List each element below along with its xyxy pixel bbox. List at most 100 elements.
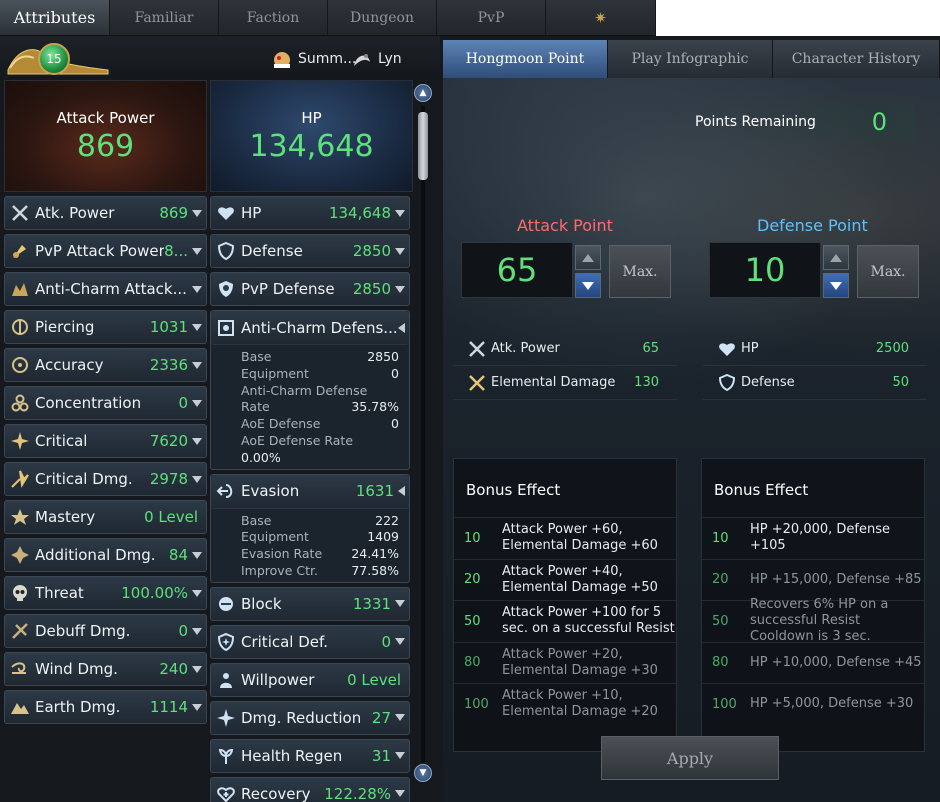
bonus-row: 80 Attack Power +20, Elemental Damage +30 xyxy=(454,641,676,684)
stat-value: 84 xyxy=(168,546,188,564)
stat-dmg-reduction[interactable]: Dmg. Reduction 27 xyxy=(210,700,410,735)
stat-mastery[interactable]: Mastery 0 Level xyxy=(4,500,207,534)
chevron-down-icon[interactable] xyxy=(192,627,202,635)
scroll-down-button[interactable]: ▼ xyxy=(414,764,432,782)
bonus-level: 100 xyxy=(464,696,489,712)
scroll-track[interactable] xyxy=(421,106,425,762)
arrow-up-icon xyxy=(830,253,842,262)
chevron-down-icon[interactable] xyxy=(192,209,202,217)
chevron-down-icon[interactable] xyxy=(395,638,405,646)
attack-point-max-button[interactable]: Max. xyxy=(609,245,671,298)
tab-familiar[interactable]: Familiar xyxy=(110,0,219,35)
stat-accuracy[interactable]: Accuracy 2336 xyxy=(4,348,207,382)
stat-label: Willpower xyxy=(241,670,315,689)
tab-dungeon[interactable]: Dungeon xyxy=(328,0,437,35)
chevron-down-icon[interactable] xyxy=(192,247,202,255)
chevron-down-icon[interactable] xyxy=(192,665,202,673)
points-remaining-label: Points Remaining xyxy=(695,114,816,130)
chevron-down-icon[interactable] xyxy=(192,551,202,559)
stat-label: Critical Def. xyxy=(241,632,328,651)
attack-point-increment-button[interactable] xyxy=(575,245,601,270)
chevron-down-icon[interactable] xyxy=(192,361,202,369)
stat-label: Anti-Charm Attack... xyxy=(35,280,187,298)
shield-icon xyxy=(718,373,736,391)
tab-faction[interactable]: Faction xyxy=(219,0,328,35)
bonus-title: Bonus Effect xyxy=(466,481,561,499)
summon-info[interactable]: Summ... xyxy=(270,48,356,70)
pvp-attack-icon xyxy=(9,240,31,262)
stat-atk-power[interactable]: Atk. Power 869 xyxy=(4,196,207,230)
stats-scrollbar[interactable]: ▲ ▼ xyxy=(414,84,432,784)
stat-anti-charm-attack[interactable]: Anti-Charm Attack... xyxy=(4,272,207,306)
chevron-down-icon[interactable] xyxy=(192,323,202,331)
chevron-left-icon[interactable] xyxy=(398,486,405,497)
chevron-down-icon[interactable] xyxy=(192,589,202,597)
stat-additional-dmg[interactable]: Additional Dmg. 84 xyxy=(4,538,207,572)
defense-point-max-button[interactable]: Max. xyxy=(857,245,919,298)
additional-dmg-icon xyxy=(9,544,31,566)
stat-wind-dmg[interactable]: Wind Dmg. 240 xyxy=(4,652,207,686)
chevron-down-icon[interactable] xyxy=(395,285,405,293)
stat-critical[interactable]: Critical 7620 xyxy=(4,424,207,458)
character-header: 15 Summ... Lyn xyxy=(0,36,440,80)
stat-willpower[interactable]: Willpower 0 Level xyxy=(210,662,410,697)
detail-value: 24.41% xyxy=(351,546,399,562)
defense-point-decrement-button[interactable] xyxy=(823,273,849,298)
defense-column: HP 134,648 HP 134,648 Defense 2850 PvP D… xyxy=(210,80,413,802)
stat-block[interactable]: Block 1331 xyxy=(210,586,410,621)
chevron-down-icon[interactable] xyxy=(192,475,202,483)
attack-point-value[interactable]: 65 xyxy=(461,242,573,298)
stat-defense[interactable]: Defense 2850 xyxy=(210,234,410,268)
bonus-row: 100 Attack Power +10, Elemental Damage +2… xyxy=(454,683,676,725)
stat-hp[interactable]: HP 134,648 xyxy=(210,196,410,230)
stat-health-regen[interactable]: Health Regen 31 xyxy=(210,738,410,773)
stat-critical-def[interactable]: Critical Def. 0 xyxy=(210,624,410,659)
bonus-desc: Attack Power +10, Elemental Damage +20 xyxy=(502,688,658,720)
chevron-left-icon[interactable] xyxy=(398,322,405,333)
tab-attributes[interactable]: Attributes xyxy=(0,0,110,35)
evasion-panel: Evasion 1631 Base 222 Equipment 1409 Evasi… xyxy=(210,473,410,583)
tab-compass[interactable]: ✷ xyxy=(546,0,656,35)
chevron-down-icon[interactable] xyxy=(395,600,405,608)
stat-anti-charm-defense[interactable]: Anti-Charm Defens... xyxy=(211,311,409,345)
concentration-icon xyxy=(9,392,31,414)
stat-evasion[interactable]: Evasion 1631 xyxy=(211,474,409,509)
gain-label: HP xyxy=(741,341,759,356)
tab-hongmoon-point[interactable]: Hongmoon Point xyxy=(443,40,608,78)
scroll-up-button[interactable]: ▲ xyxy=(414,84,432,102)
stat-earth-dmg[interactable]: Earth Dmg. 1114 xyxy=(4,690,207,724)
chevron-down-icon[interactable] xyxy=(192,285,202,293)
defense-gain-hp: HP 2500 xyxy=(703,332,927,366)
chevron-down-icon[interactable] xyxy=(395,714,405,722)
stat-piercing[interactable]: Piercing 1031 xyxy=(4,310,207,344)
defense-point-increment-button[interactable] xyxy=(823,245,849,270)
scroll-thumb[interactable] xyxy=(418,112,428,180)
arrow-down-icon xyxy=(582,281,594,290)
defense-point-value[interactable]: 10 xyxy=(709,242,821,298)
class-info[interactable]: Lyn xyxy=(350,48,402,70)
attack-point-decrement-button[interactable] xyxy=(575,273,601,298)
evasion-details: Base 222 Equipment 1409 Evasion Rate 24.41%… xyxy=(211,509,409,582)
tab-character-history[interactable]: Character History xyxy=(773,40,940,78)
chevron-down-icon[interactable] xyxy=(395,209,405,217)
stat-value: 1114 xyxy=(149,698,188,716)
apply-button[interactable]: Apply xyxy=(601,736,779,780)
stat-critical-dmg[interactable]: Critical Dmg. 2978 xyxy=(4,462,207,496)
stat-pvp-attack-power[interactable]: PvP Attack Power 8... xyxy=(4,234,207,268)
chevron-down-icon[interactable] xyxy=(192,437,202,445)
chevron-down-icon[interactable] xyxy=(395,752,405,760)
chevron-down-icon[interactable] xyxy=(395,247,405,255)
level-badge: 15 xyxy=(38,43,70,75)
tab-play-infographic[interactable]: Play Infographic xyxy=(608,40,773,78)
stat-pvp-defense[interactable]: PvP Defense 2850 xyxy=(210,272,410,306)
stat-debuff-dmg[interactable]: Debuff Dmg. 0 xyxy=(4,614,207,648)
tab-pvp[interactable]: PvP xyxy=(437,0,546,35)
stat-threat[interactable]: Threat 100.00% xyxy=(4,576,207,610)
chevron-down-icon[interactable] xyxy=(192,399,202,407)
stat-recovery[interactable]: Recovery 122.28% xyxy=(210,776,410,802)
chevron-down-icon[interactable] xyxy=(192,703,202,711)
class-name: Lyn xyxy=(378,51,402,67)
stat-concentration[interactable]: Concentration 0 xyxy=(4,386,207,420)
chevron-down-icon[interactable] xyxy=(395,790,405,798)
heart-icon xyxy=(215,202,237,224)
